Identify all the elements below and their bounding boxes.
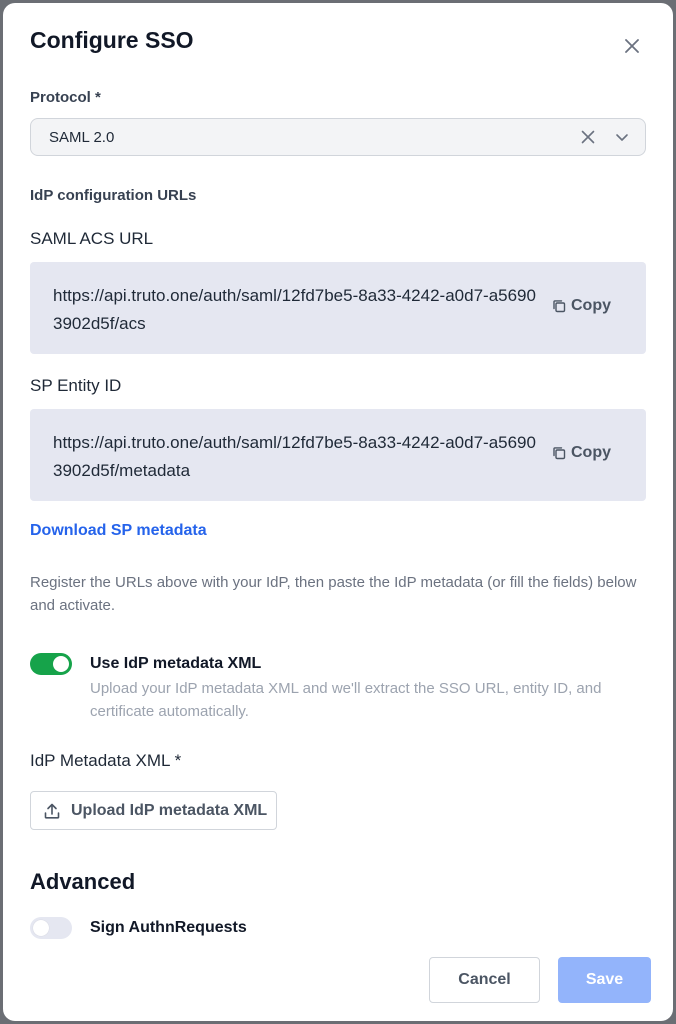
copy-acs-url-button[interactable]: Copy [552, 297, 611, 315]
sp-entity-id-value: https://api.truto.one/auth/saml/12fd7be5… [53, 433, 536, 480]
close-icon [625, 39, 639, 53]
protocol-select[interactable]: SAML 2.0 [30, 118, 646, 156]
register-help-text: Register the URLs above with your IdP, t… [30, 574, 637, 614]
toggle-knob [33, 920, 49, 936]
acs-url-box: https://api.truto.one/auth/saml/12fd7be5… [30, 262, 646, 354]
idp-metadata-xml-label: IdP Metadata XML * [30, 751, 182, 770]
sign-authn-requests-label: Sign AuthnRequests [90, 919, 247, 936]
protocol-select-value: SAML 2.0 [49, 128, 115, 146]
chevron-down-icon [616, 134, 628, 141]
upload-idp-metadata-button[interactable]: Upload IdP metadata XML [30, 791, 277, 830]
protocol-clear-button[interactable] [573, 122, 603, 152]
copy-icon [553, 447, 566, 460]
upload-icon [44, 803, 60, 819]
copy-entity-id-label: Copy [571, 444, 611, 461]
use-idp-metadata-description: Upload your IdP metadata XML and we'll e… [90, 680, 602, 720]
idp-urls-heading: IdP configuration URLs [30, 187, 197, 204]
cancel-button[interactable]: Cancel [429, 957, 540, 1003]
dialog-title: Configure SSO [30, 27, 194, 53]
sign-authn-requests-toggle[interactable] [30, 917, 72, 939]
save-button[interactable]: Save [558, 957, 651, 1003]
toggle-knob [53, 656, 69, 672]
use-idp-metadata-label: Use IdP metadata XML [90, 655, 262, 672]
advanced-heading: Advanced [30, 869, 136, 894]
protocol-label: Protocol * [30, 89, 101, 106]
copy-icon [553, 300, 566, 313]
acs-url-label: SAML ACS URL [30, 229, 154, 248]
upload-idp-metadata-label: Upload IdP metadata XML [71, 801, 268, 819]
sp-entity-id-label: SP Entity ID [30, 376, 122, 395]
clear-icon [581, 130, 595, 144]
configure-sso-dialog: Configure SSO Protocol * SAML 2.0 IdP co… [3, 3, 673, 1021]
download-sp-metadata-link[interactable]: Download SP metadata [30, 522, 207, 540]
acs-url-value: https://api.truto.one/auth/saml/12fd7be5… [53, 286, 536, 333]
protocol-dropdown-toggle[interactable] [607, 122, 637, 152]
copy-acs-url-label: Copy [571, 297, 611, 314]
sp-entity-id-box: https://api.truto.one/auth/saml/12fd7be5… [30, 409, 646, 501]
use-idp-metadata-toggle[interactable] [30, 653, 72, 675]
close-button[interactable] [619, 33, 645, 59]
copy-entity-id-button[interactable]: Copy [552, 444, 611, 462]
